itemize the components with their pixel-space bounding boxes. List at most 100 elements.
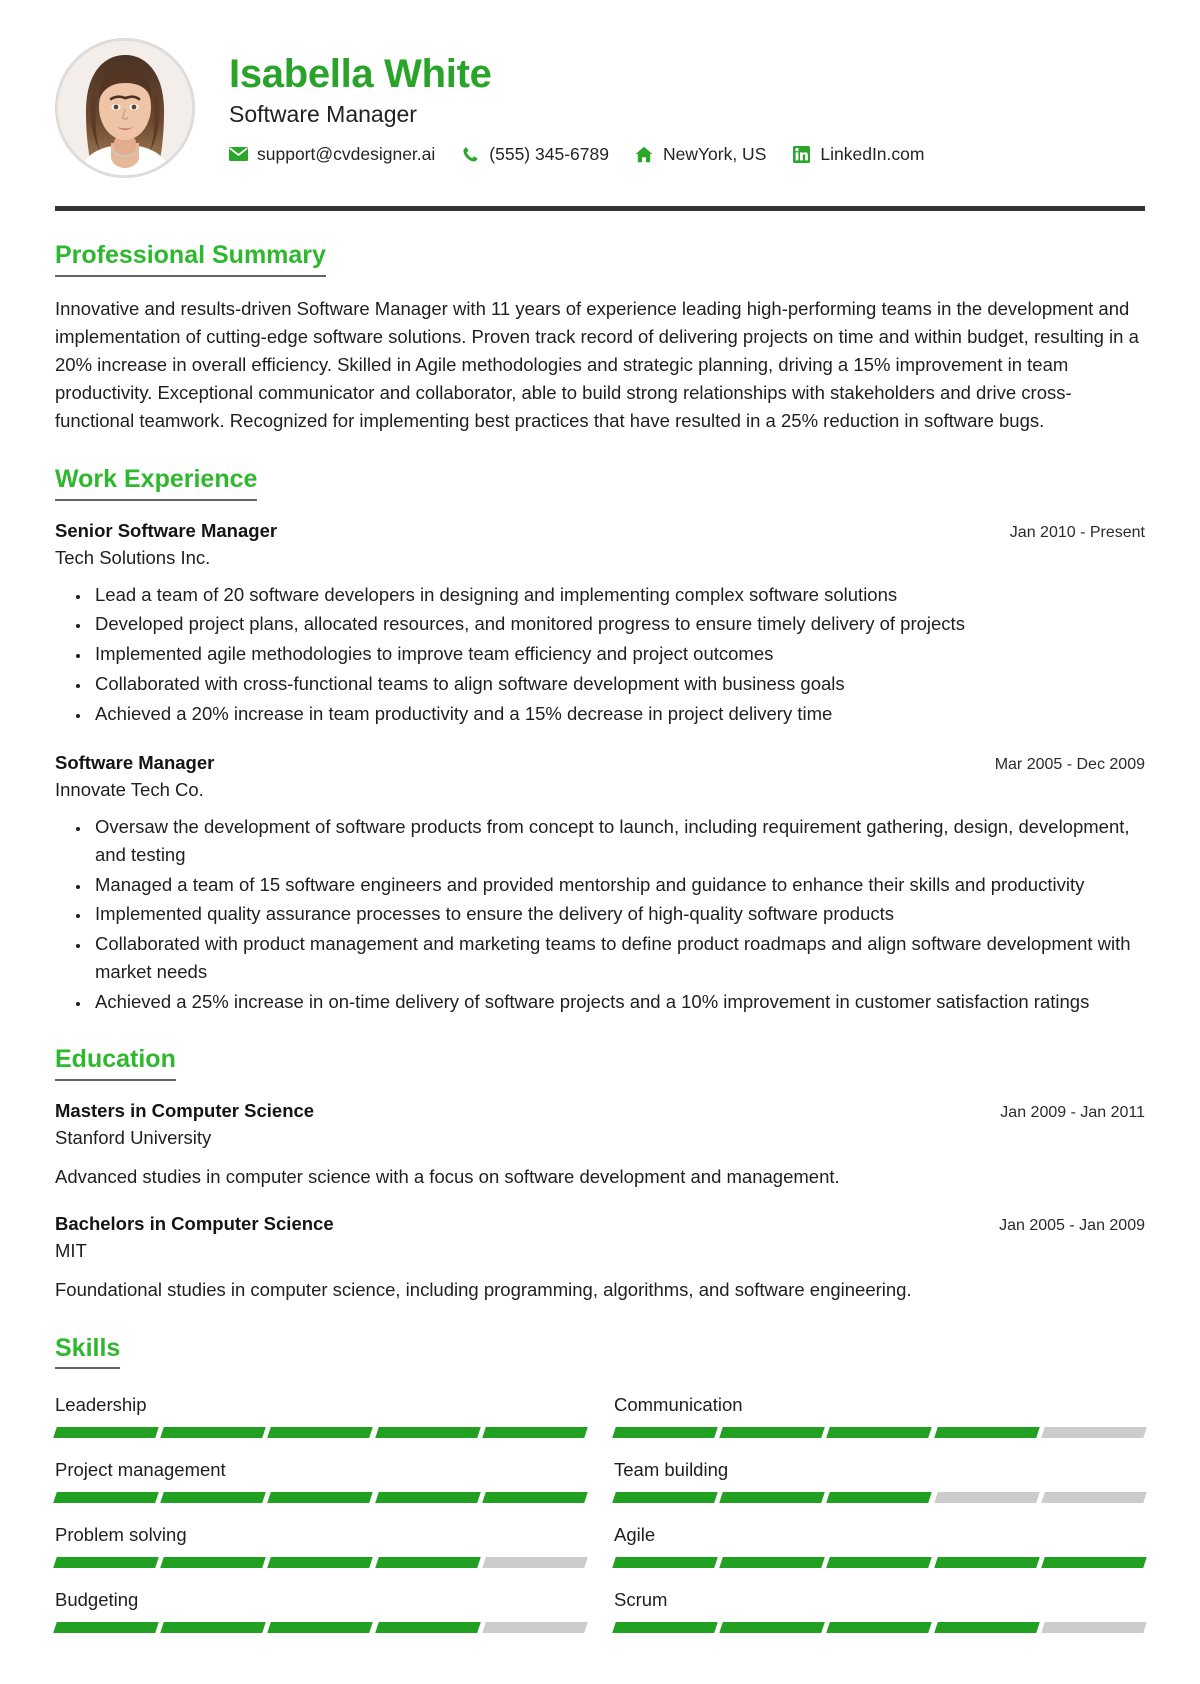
skill-level-segment [53, 1492, 159, 1504]
skill-level-segment [612, 1427, 718, 1439]
skill-label: Communication [614, 1394, 743, 1416]
skill-level-segment [719, 1492, 826, 1504]
resume-page: Isabella White Software Manager support@… [0, 0, 1200, 1684]
list-item: Implemented agile methodologies to impro… [91, 640, 1145, 668]
skill-level-segment [1041, 1427, 1147, 1439]
section-heading-summary: Professional Summary [55, 241, 326, 277]
education-entry-header: Masters in Computer Science Jan 2009 - J… [55, 1099, 1145, 1124]
skill-level-segment [933, 1557, 1040, 1569]
envelope-icon [229, 145, 248, 164]
skill-item: Leadership [53, 1393, 588, 1458]
skill-level-segment [160, 1622, 267, 1634]
skill-label: Project management [55, 1459, 226, 1481]
skill-level-segment [482, 1557, 588, 1569]
section-heading-education: Education [55, 1045, 176, 1082]
skill-level-segment [612, 1622, 718, 1634]
work-bullet-list: Oversaw the development of software prod… [55, 813, 1145, 1015]
education-school: Stanford University [55, 1126, 212, 1148]
skill-item: Agile [612, 1523, 1147, 1588]
skill-level-bar [53, 1427, 588, 1439]
skill-level-segment [374, 1492, 481, 1504]
skill-level-segment [933, 1427, 1040, 1439]
skill-level-segment [267, 1557, 374, 1569]
contact-row: support@cvdesigner.ai (555) 345-6789 New… [229, 144, 1145, 165]
education-entry-header: Bachelors in Computer Science Jan 2005 -… [55, 1212, 1145, 1237]
work-job-title: Software Manager [55, 752, 215, 774]
education-degree: Masters in Computer Science [55, 1100, 315, 1122]
skill-level-segment [53, 1622, 159, 1634]
work-company: Tech Solutions Inc. [55, 546, 211, 568]
work-date-range: Jan 2010 - Present [1009, 524, 1145, 542]
contact-location[interactable]: NewYork, US [635, 144, 766, 165]
linkedin-icon [792, 145, 811, 164]
skill-level-bar [53, 1492, 588, 1504]
list-item: Collaborated with product management and… [91, 930, 1145, 986]
work-entry-header: Senior Software Manager Jan 2010 - Prese… [55, 519, 1145, 544]
skill-level-segment [267, 1492, 374, 1504]
skill-level-segment [267, 1622, 374, 1634]
skill-label: Problem solving [55, 1524, 187, 1546]
skill-label: Agile [614, 1524, 656, 1546]
section-heading-work: Work Experience [55, 465, 258, 502]
work-job-title: Senior Software Manager [55, 520, 278, 542]
education-description: Foundational studies in computer science… [55, 1278, 912, 1300]
skill-label: Scrum [614, 1589, 668, 1611]
contact-phone-text: (555) 345-6789 [489, 143, 609, 164]
skill-level-bar [53, 1622, 588, 1634]
avatar [55, 38, 195, 178]
education-degree: Bachelors in Computer Science [55, 1213, 334, 1235]
section-education: Education Masters in Computer Science Ja… [55, 1045, 1145, 1303]
skill-item: Team building [612, 1458, 1147, 1523]
skill-level-segment [482, 1492, 588, 1504]
skill-level-segment [719, 1427, 826, 1439]
work-entry-header: Software Manager Mar 2005 - Dec 2009 [55, 751, 1145, 776]
header-text-block: Isabella White Software Manager support@… [229, 51, 1145, 164]
contact-phone[interactable]: (555) 345-6789 [461, 144, 609, 165]
skill-level-segment [612, 1492, 718, 1504]
contact-linkedin-text: LinkedIn.com [820, 143, 925, 164]
skill-item: Scrum [612, 1588, 1147, 1653]
job-title: Software Manager [229, 101, 417, 128]
home-icon [635, 145, 654, 164]
skill-level-segment [1041, 1492, 1147, 1504]
list-item: Collaborated with cross-functional teams… [91, 670, 1145, 698]
skill-level-segment [719, 1557, 826, 1569]
page-title: Isabella White [229, 52, 492, 97]
resume-header: Isabella White Software Manager support@… [55, 0, 1145, 178]
education-entry: Bachelors in Computer Science Jan 2005 -… [55, 1212, 1145, 1303]
section-work-experience: Work Experience Senior Software Manager … [55, 465, 1145, 1015]
list-item: Developed project plans, allocated resou… [91, 610, 1145, 638]
skill-level-segment [482, 1427, 588, 1439]
contact-linkedin[interactable]: LinkedIn.com [792, 144, 924, 165]
skill-level-segment [826, 1427, 933, 1439]
header-divider [55, 206, 1145, 211]
avatar-photo [56, 39, 194, 177]
contact-email-text: support@cvdesigner.ai [257, 143, 436, 164]
list-item: Achieved a 25% increase in on-time deliv… [91, 988, 1145, 1016]
skill-level-segment [53, 1557, 159, 1569]
skill-level-segment [826, 1557, 933, 1569]
list-item: Managed a team of 15 software engineers … [91, 871, 1145, 899]
skill-level-segment [1041, 1622, 1147, 1634]
contact-email[interactable]: support@cvdesigner.ai [229, 144, 435, 165]
work-entry: Senior Software Manager Jan 2010 - Prese… [55, 519, 1145, 727]
skill-level-segment [160, 1427, 267, 1439]
skill-level-bar [612, 1557, 1147, 1569]
education-school: MIT [55, 1240, 87, 1262]
skill-item: Budgeting [53, 1588, 588, 1653]
skill-level-segment [482, 1622, 588, 1634]
section-heading-skills: Skills [55, 1334, 121, 1370]
section-professional-summary: Professional Summary Innovative and resu… [55, 241, 1145, 435]
list-item: Achieved a 20% increase in team producti… [91, 700, 1145, 728]
skill-level-segment [612, 1557, 718, 1569]
contact-location-text: NewYork, US [662, 143, 767, 164]
skill-level-bar [612, 1427, 1147, 1439]
education-date-range: Jan 2009 - Jan 2011 [1000, 1104, 1145, 1122]
education-entry: Masters in Computer Science Jan 2009 - J… [55, 1099, 1145, 1190]
education-description: Advanced studies in computer science wit… [55, 1165, 840, 1187]
skill-level-segment [826, 1622, 933, 1634]
skill-level-bar [612, 1622, 1147, 1634]
list-item: Oversaw the development of software prod… [91, 813, 1145, 869]
skill-level-segment [826, 1492, 933, 1504]
skill-level-bar [612, 1492, 1147, 1504]
